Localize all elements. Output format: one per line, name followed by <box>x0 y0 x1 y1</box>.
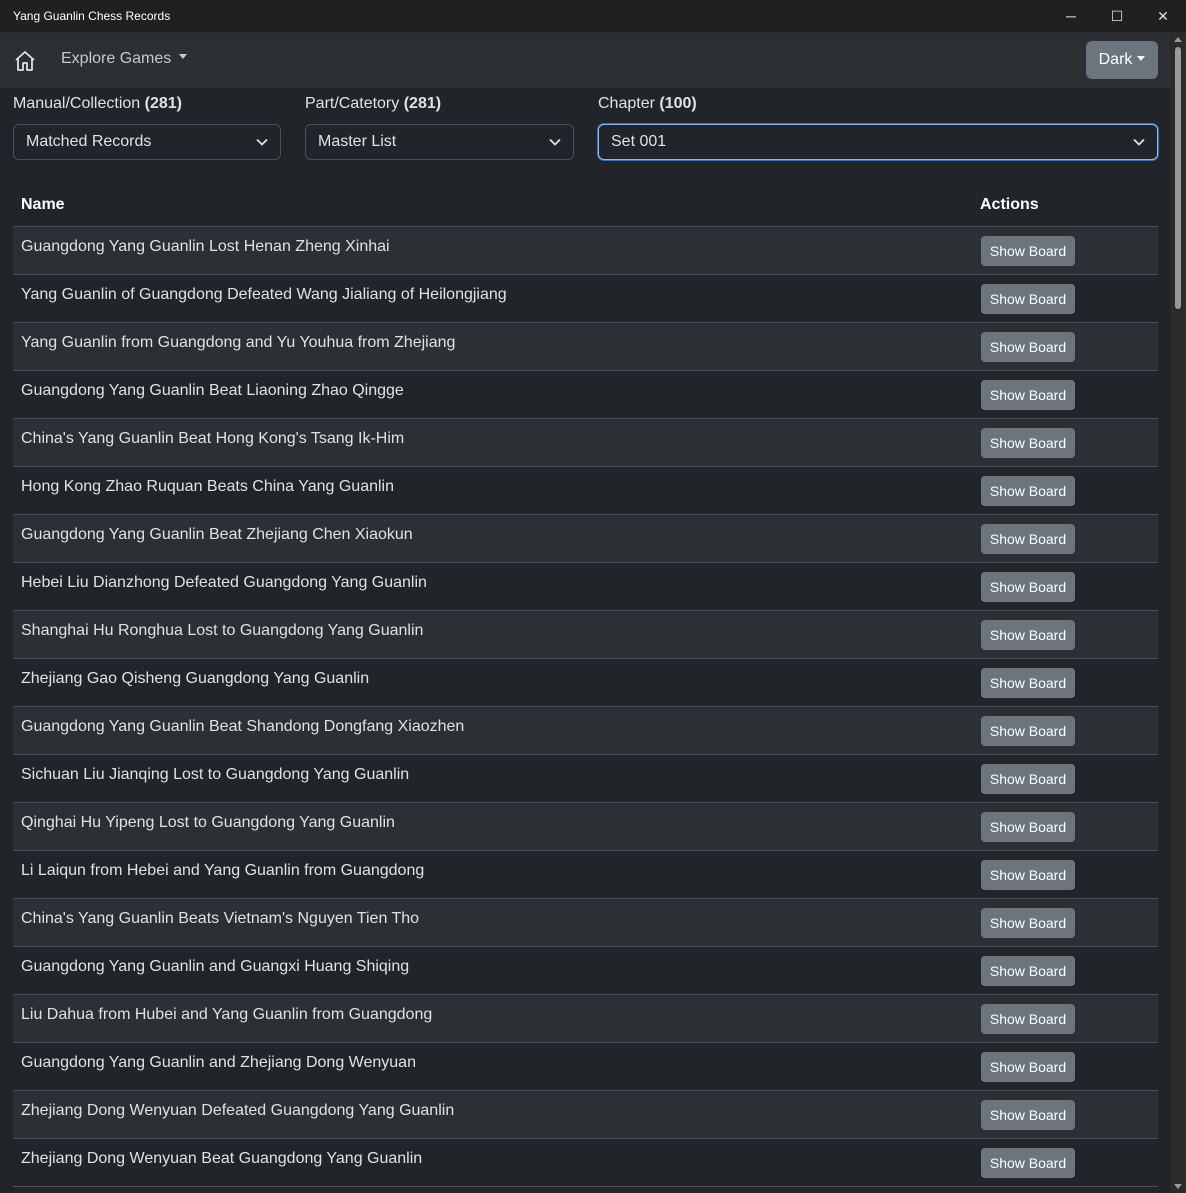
scroll-down-arrow-icon[interactable] <box>1174 1184 1182 1189</box>
minimize-button[interactable]: ─ <box>1048 0 1094 32</box>
record-name: Shanghai Hu Ronghua Lost to Guangdong Ya… <box>21 622 424 639</box>
part-count: (281) <box>403 95 442 112</box>
show-board-button[interactable]: Show Board <box>981 668 1075 698</box>
table-row: Guangdong Yang Guanlin and Guangxi Huang… <box>13 947 1158 995</box>
window-titlebar: Yang Guanlin Chess Records ─ ☐ ✕ <box>0 0 1186 33</box>
show-board-button[interactable]: Show Board <box>981 572 1075 602</box>
table-row: Guangdong Yang Guanlin and Zhejiang Dong… <box>13 1043 1158 1091</box>
show-board-button[interactable]: Show Board <box>981 1100 1075 1130</box>
close-button[interactable]: ✕ <box>1140 0 1186 32</box>
table-row: Yang Guanlin of Guangdong Defeated Wang … <box>13 275 1158 323</box>
table-row: China's Yang Guanlin Beats Vietnam's Ngu… <box>13 899 1158 947</box>
record-name: Guangdong Yang Guanlin and Zhejiang Dong… <box>21 1054 416 1071</box>
explore-games-dropdown[interactable]: Explore Games <box>61 50 188 68</box>
manual-label-text: Manual/Collection <box>13 95 141 112</box>
manual-count: (281) <box>144 95 182 112</box>
record-name: Li Laiqun from Hebei and Yang Guanlin fr… <box>21 862 425 879</box>
record-name: Liu Dahua from Hubei and Yang Guanlin fr… <box>21 1006 433 1023</box>
manual-filter-label: Manual/Collection (281) <box>13 95 182 113</box>
record-name: Hong Kong Zhao Ruquan Beats China Yang G… <box>21 478 395 495</box>
chapter-count: (100) <box>659 95 697 112</box>
record-name: Guangdong Yang Guanlin Beat Shandong Don… <box>21 718 465 735</box>
part-filter-label: Part/Catetory (281) <box>305 95 441 113</box>
show-board-button[interactable]: Show Board <box>981 620 1075 650</box>
table-row: Sichuan Liu Jianqing Lost to Guangdong Y… <box>13 755 1158 803</box>
theme-dropdown-button[interactable]: Dark <box>1086 41 1158 79</box>
part-label-text: Part/Catetory <box>305 95 400 112</box>
show-board-button[interactable]: Show Board <box>981 764 1075 794</box>
table-row: Yang Guanlin from Guangdong and Yu Youhu… <box>13 323 1158 371</box>
table-row: Guangdong Yang Guanlin Beat Liaoning Zha… <box>13 371 1158 419</box>
table-row: Hebei Liu Dianzhong Defeated Guangdong Y… <box>13 563 1158 611</box>
theme-label: Dark <box>1098 51 1133 68</box>
table-row: China's Yang Guanlin Beat Hong Kong's Ts… <box>13 419 1158 467</box>
scroll-up-arrow-icon[interactable] <box>1174 37 1182 42</box>
show-board-button[interactable]: Show Board <box>981 716 1075 746</box>
actions-column-header: Actions <box>980 196 1039 213</box>
caret-down-icon <box>179 54 188 60</box>
chevron-down-icon <box>549 138 561 146</box>
maximize-button[interactable]: ☐ <box>1094 0 1140 32</box>
record-name: Hebei Liu Dianzhong Defeated Guangdong Y… <box>21 574 427 591</box>
records-table-body: Guangdong Yang Guanlin Lost Henan Zheng … <box>13 227 1158 1187</box>
caret-down-icon <box>1137 55 1146 61</box>
show-board-button[interactable]: Show Board <box>981 476 1075 506</box>
record-name: China's Yang Guanlin Beat Hong Kong's Ts… <box>21 430 405 447</box>
table-row: Zhejiang Dong Wenyuan Defeated Guangdong… <box>13 1091 1158 1139</box>
navbar: Explore Games Dark <box>0 33 1170 88</box>
vertical-scrollbar[interactable] <box>1170 33 1186 1193</box>
chevron-down-icon <box>256 138 268 146</box>
manual-select[interactable]: Matched Records <box>13 124 281 160</box>
name-column-header: Name <box>21 196 65 213</box>
manual-select-value: Matched Records <box>26 133 152 150</box>
table-row: Guangdong Yang Guanlin Lost Henan Zheng … <box>13 227 1158 275</box>
record-name: Zhejiang Gao Qisheng Guangdong Yang Guan… <box>21 670 370 687</box>
show-board-button[interactable]: Show Board <box>981 1004 1075 1034</box>
part-select-value: Master List <box>318 133 397 150</box>
chapter-label-text: Chapter <box>598 95 655 112</box>
show-board-button[interactable]: Show Board <box>981 956 1075 986</box>
record-name: Guangdong Yang Guanlin Beat Zhejiang Che… <box>21 526 413 543</box>
record-name: Guangdong Yang Guanlin and Guangxi Huang… <box>21 958 410 975</box>
show-board-button[interactable]: Show Board <box>981 1052 1075 1082</box>
chapter-filter-label: Chapter (100) <box>598 95 697 113</box>
table-row: Qinghai Hu Yipeng Lost to Guangdong Yang… <box>13 803 1158 851</box>
record-name: Yang Guanlin of Guangdong Defeated Wang … <box>21 286 507 303</box>
explore-games-label: Explore Games <box>61 50 172 67</box>
show-board-button[interactable]: Show Board <box>981 380 1075 410</box>
chapter-select[interactable]: Set 001 <box>598 124 1158 160</box>
window-title: Yang Guanlin Chess Records <box>13 9 171 23</box>
record-name: Qinghai Hu Yipeng Lost to Guangdong Yang… <box>21 814 395 831</box>
record-name: China's Yang Guanlin Beats Vietnam's Ngu… <box>21 910 420 927</box>
table-row: Li Laiqun from Hebei and Yang Guanlin fr… <box>13 851 1158 899</box>
table-row: Zhejiang Gao Qisheng Guangdong Yang Guan… <box>13 659 1158 707</box>
table-row: Shanghai Hu Ronghua Lost to Guangdong Ya… <box>13 611 1158 659</box>
record-name: Zhejiang Dong Wenyuan Beat Guangdong Yan… <box>21 1150 423 1167</box>
record-name: Guangdong Yang Guanlin Lost Henan Zheng … <box>21 238 390 255</box>
show-board-button[interactable]: Show Board <box>981 860 1075 890</box>
show-board-button[interactable]: Show Board <box>981 524 1075 554</box>
show-board-button[interactable]: Show Board <box>981 284 1075 314</box>
show-board-button[interactable]: Show Board <box>981 812 1075 842</box>
record-name: Yang Guanlin from Guangdong and Yu Youhu… <box>21 334 456 351</box>
show-board-button[interactable]: Show Board <box>981 428 1075 458</box>
home-icon[interactable] <box>13 49 37 73</box>
chevron-down-icon <box>1133 138 1145 146</box>
record-name: Zhejiang Dong Wenyuan Defeated Guangdong… <box>21 1102 455 1119</box>
part-select[interactable]: Master List <box>305 124 574 160</box>
record-name: Guangdong Yang Guanlin Beat Liaoning Zha… <box>21 382 404 399</box>
table-header: Name Actions <box>13 195 1158 227</box>
record-name: Sichuan Liu Jianqing Lost to Guangdong Y… <box>21 766 410 783</box>
table-row: Guangdong Yang Guanlin Beat Shandong Don… <box>13 707 1158 755</box>
scrollbar-thumb[interactable] <box>1175 47 1181 309</box>
table-row: Zhejiang Dong Wenyuan Beat Guangdong Yan… <box>13 1139 1158 1187</box>
show-board-button[interactable]: Show Board <box>981 908 1075 938</box>
table-row: Guangdong Yang Guanlin Beat Zhejiang Che… <box>13 515 1158 563</box>
show-board-button[interactable]: Show Board <box>981 332 1075 362</box>
table-row: Liu Dahua from Hubei and Yang Guanlin fr… <box>13 995 1158 1043</box>
table-row: Hong Kong Zhao Ruquan Beats China Yang G… <box>13 467 1158 515</box>
chapter-select-value: Set 001 <box>611 133 667 150</box>
show-board-button[interactable]: Show Board <box>981 236 1075 266</box>
show-board-button[interactable]: Show Board <box>981 1148 1075 1178</box>
